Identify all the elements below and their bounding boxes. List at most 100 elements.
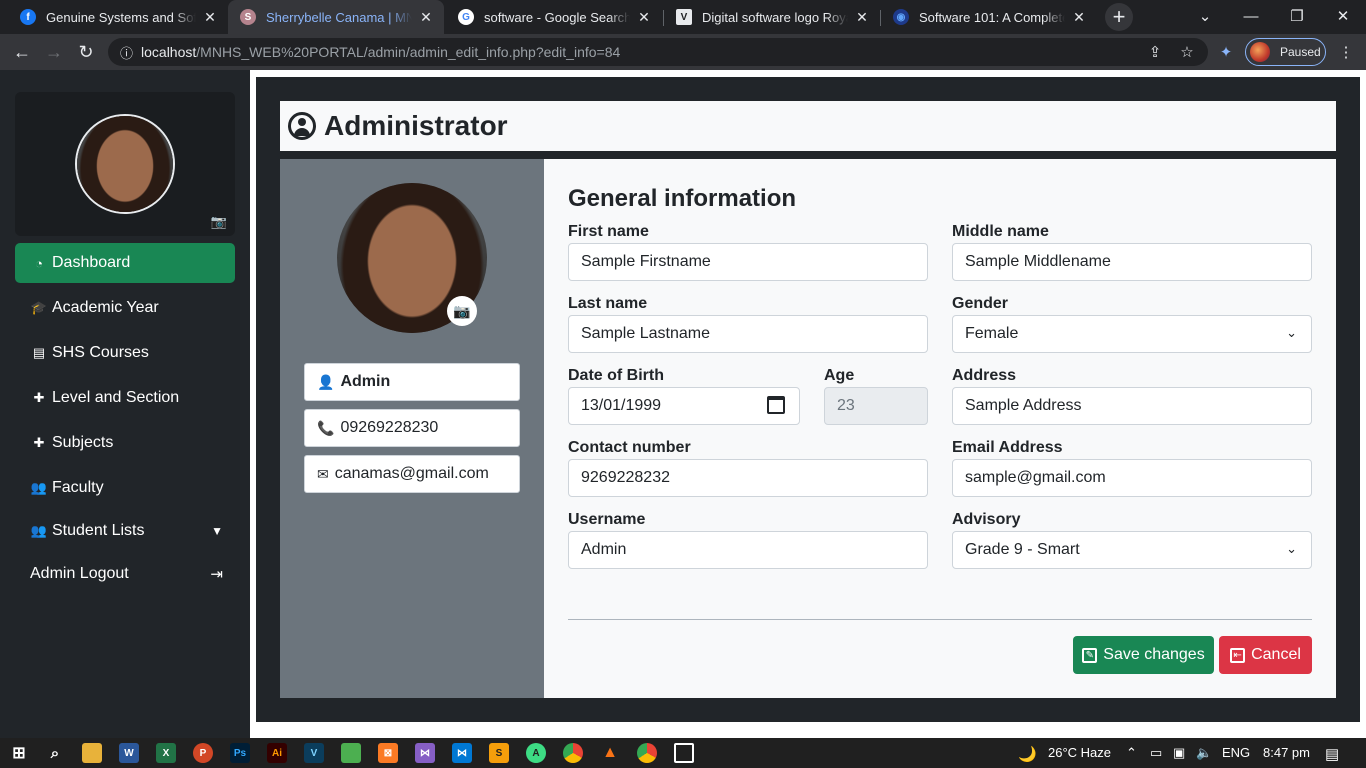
language-indicator[interactable]: ENG bbox=[1222, 745, 1250, 760]
tab-search-icon[interactable]: ⌄ bbox=[1182, 0, 1228, 32]
url-path: /MNHS_WEB%20PORTAL/admin/admin_edit_info… bbox=[196, 44, 621, 60]
illustrator-icon[interactable]: Ai bbox=[267, 743, 287, 763]
people-icon: 👥 bbox=[30, 480, 48, 495]
avatar bbox=[75, 114, 175, 214]
address-field[interactable]: Sample Address bbox=[952, 387, 1312, 425]
browser-tab[interactable]: ◉ Software 101: A Complete Gu ✕ bbox=[881, 0, 1097, 34]
advisory-select[interactable]: Grade 9 - Smart ⌄ bbox=[952, 531, 1312, 569]
restore-icon[interactable]: ❐ bbox=[1274, 0, 1320, 32]
extensions-icon[interactable]: ✦ bbox=[1212, 38, 1240, 66]
share-icon[interactable]: ⇪ bbox=[1141, 38, 1169, 66]
general-info-form: General information First name Sample Fi… bbox=[544, 159, 1336, 698]
username-value: Admin bbox=[581, 541, 627, 558]
close-icon[interactable]: ✕ bbox=[854, 9, 870, 26]
browser-tab-active[interactable]: S Sherrybelle Canama | MNHS ✕ bbox=[228, 0, 444, 34]
dob-field[interactable]: 13/01/1999 bbox=[568, 387, 800, 425]
xampp-icon[interactable]: ⊠ bbox=[378, 743, 398, 763]
vlc-icon[interactable]: ▲ bbox=[600, 743, 620, 763]
sublime-icon[interactable]: S bbox=[489, 743, 509, 763]
vscode-icon[interactable]: ⋈ bbox=[452, 743, 472, 763]
windows-start-icon[interactable]: ⊞ bbox=[9, 743, 29, 763]
email-value: sample@gmail.com bbox=[965, 469, 1106, 486]
middle-name-field[interactable]: Sample Middlename bbox=[952, 243, 1312, 281]
profile-button[interactable]: Paused bbox=[1245, 38, 1326, 66]
camera-icon[interactable]: 📷 bbox=[211, 214, 227, 230]
minimize-icon[interactable]: — bbox=[1228, 0, 1274, 32]
globe-icon: ◉ bbox=[893, 9, 909, 25]
photoshop-icon[interactable]: Ps bbox=[230, 743, 250, 763]
tab-title: Genuine Systems and Software bbox=[46, 9, 196, 25]
first-name-label: First name bbox=[568, 223, 649, 240]
sidebar-item-subjects[interactable]: ✚ Subjects bbox=[15, 423, 235, 463]
reload-icon[interactable]: ↻ bbox=[73, 39, 99, 65]
email-field[interactable]: sample@gmail.com bbox=[952, 459, 1312, 497]
caret-down-icon[interactable]: ▼ bbox=[211, 524, 223, 538]
visual-studio-icon[interactable]: ⋈ bbox=[415, 743, 435, 763]
sidebar-item-student-lists[interactable]: 👥 Student Lists ▼ bbox=[15, 511, 235, 551]
save-changes-button[interactable]: ✎ Save changes bbox=[1073, 636, 1214, 674]
age-field: 23 bbox=[824, 387, 928, 425]
browser-tab[interactable]: f Genuine Systems and Software ✕ bbox=[8, 0, 228, 34]
vector-site-icon: V bbox=[676, 9, 692, 25]
sidebar-item-shs-courses[interactable]: ▤ SHS Courses bbox=[15, 333, 235, 373]
first-name-field[interactable]: Sample Firstname bbox=[568, 243, 928, 281]
cancel-button[interactable]: ⇤ Cancel bbox=[1219, 636, 1312, 674]
menu-kebab-icon[interactable]: ⋮ bbox=[1332, 38, 1360, 66]
contact-field[interactable]: 9269228232 bbox=[568, 459, 928, 497]
forward-icon[interactable]: → bbox=[41, 39, 67, 65]
gender-select[interactable]: Female ⌄ bbox=[952, 315, 1312, 353]
tab-title: Sherrybelle Canama | MNHS bbox=[266, 9, 412, 25]
page: 📷 ◔ Dashboard 🎓 Academic Year ▤ SHS Cour… bbox=[0, 70, 1366, 738]
bookmark-star-icon[interactable]: ☆ bbox=[1173, 38, 1201, 66]
sidebar-item-faculty[interactable]: 👥 Faculty bbox=[15, 468, 235, 508]
notifications-icon[interactable]: ▤ bbox=[1325, 745, 1339, 763]
sidebar-item-label: Academic Year bbox=[52, 299, 159, 316]
excel-icon[interactable]: X bbox=[156, 743, 176, 763]
exit-icon: ⇤ bbox=[1230, 647, 1246, 663]
email-text: canamas@gmail.com bbox=[334, 465, 489, 482]
weather-icon[interactable]: 🌙 bbox=[1018, 745, 1037, 763]
new-tab-button[interactable]: + bbox=[1105, 3, 1133, 31]
chrome-icon[interactable] bbox=[563, 743, 583, 763]
tray-chevron-icon[interactable]: ⌃ bbox=[1126, 745, 1137, 761]
site-info-icon[interactable]: ⓘ bbox=[120, 43, 133, 62]
sidebar-item-dashboard[interactable]: ◔ Dashboard bbox=[15, 243, 235, 283]
chrome-active-icon[interactable] bbox=[637, 743, 657, 763]
app-icon[interactable] bbox=[341, 743, 361, 763]
calendar-icon[interactable] bbox=[767, 396, 785, 414]
volume-icon[interactable]: 🔈 bbox=[1196, 745, 1212, 761]
address-bar[interactable]: ⓘ localhost/MNHS_WEB%20PORTAL/admin/admi… bbox=[108, 38, 1208, 66]
browser-tab[interactable]: G software - Google Search ✕ bbox=[446, 0, 662, 34]
people-icon: 👥 bbox=[30, 523, 48, 538]
search-icon[interactable]: ⌕ bbox=[45, 743, 65, 763]
android-studio-icon[interactable]: A bbox=[526, 743, 546, 763]
back-icon[interactable]: ← bbox=[9, 39, 35, 65]
battery-icon[interactable]: ▭ bbox=[1150, 745, 1162, 761]
sidebar-item-level-and-section[interactable]: ✚ Level and Section bbox=[15, 378, 235, 418]
advisory-label: Advisory bbox=[952, 511, 1021, 528]
sidebar-item-admin-logout[interactable]: Admin Logout ⇥ bbox=[15, 554, 235, 594]
close-icon[interactable]: ✕ bbox=[1071, 9, 1087, 26]
save-label: Save changes bbox=[1103, 646, 1205, 663]
word-icon[interactable]: W bbox=[119, 743, 139, 763]
file-explorer-icon[interactable] bbox=[82, 743, 102, 763]
photos-icon[interactable] bbox=[674, 743, 694, 763]
visio-icon[interactable]: V bbox=[304, 743, 324, 763]
browser-tab[interactable]: V Digital software logo Royalty ✕ bbox=[664, 0, 880, 34]
clock[interactable]: 8:47 pm bbox=[1263, 745, 1310, 760]
powerpoint-icon[interactable]: P bbox=[193, 743, 213, 763]
card-list-icon: ▤ bbox=[32, 345, 46, 360]
close-icon[interactable]: ✕ bbox=[636, 9, 652, 26]
last-name-field[interactable]: Sample Lastname bbox=[568, 315, 928, 353]
sidebar-item-academic-year[interactable]: 🎓 Academic Year bbox=[15, 288, 235, 328]
sidebar-item-label: Admin Logout bbox=[30, 565, 129, 582]
main-content: Administrator 📷 👤 Admin 📞 09269228230 ✉ … bbox=[256, 77, 1360, 722]
close-icon[interactable]: ✕ bbox=[202, 9, 218, 26]
username-field[interactable]: Admin bbox=[568, 531, 928, 569]
close-icon[interactable]: ✕ bbox=[418, 9, 434, 26]
camera-icon[interactable]: 📷 bbox=[447, 296, 477, 326]
close-window-icon[interactable]: ✕ bbox=[1320, 0, 1366, 32]
network-icon[interactable]: ▣ bbox=[1173, 745, 1185, 761]
weather-text[interactable]: 26°C Haze bbox=[1048, 745, 1111, 760]
gender-label: Gender bbox=[952, 295, 1009, 312]
